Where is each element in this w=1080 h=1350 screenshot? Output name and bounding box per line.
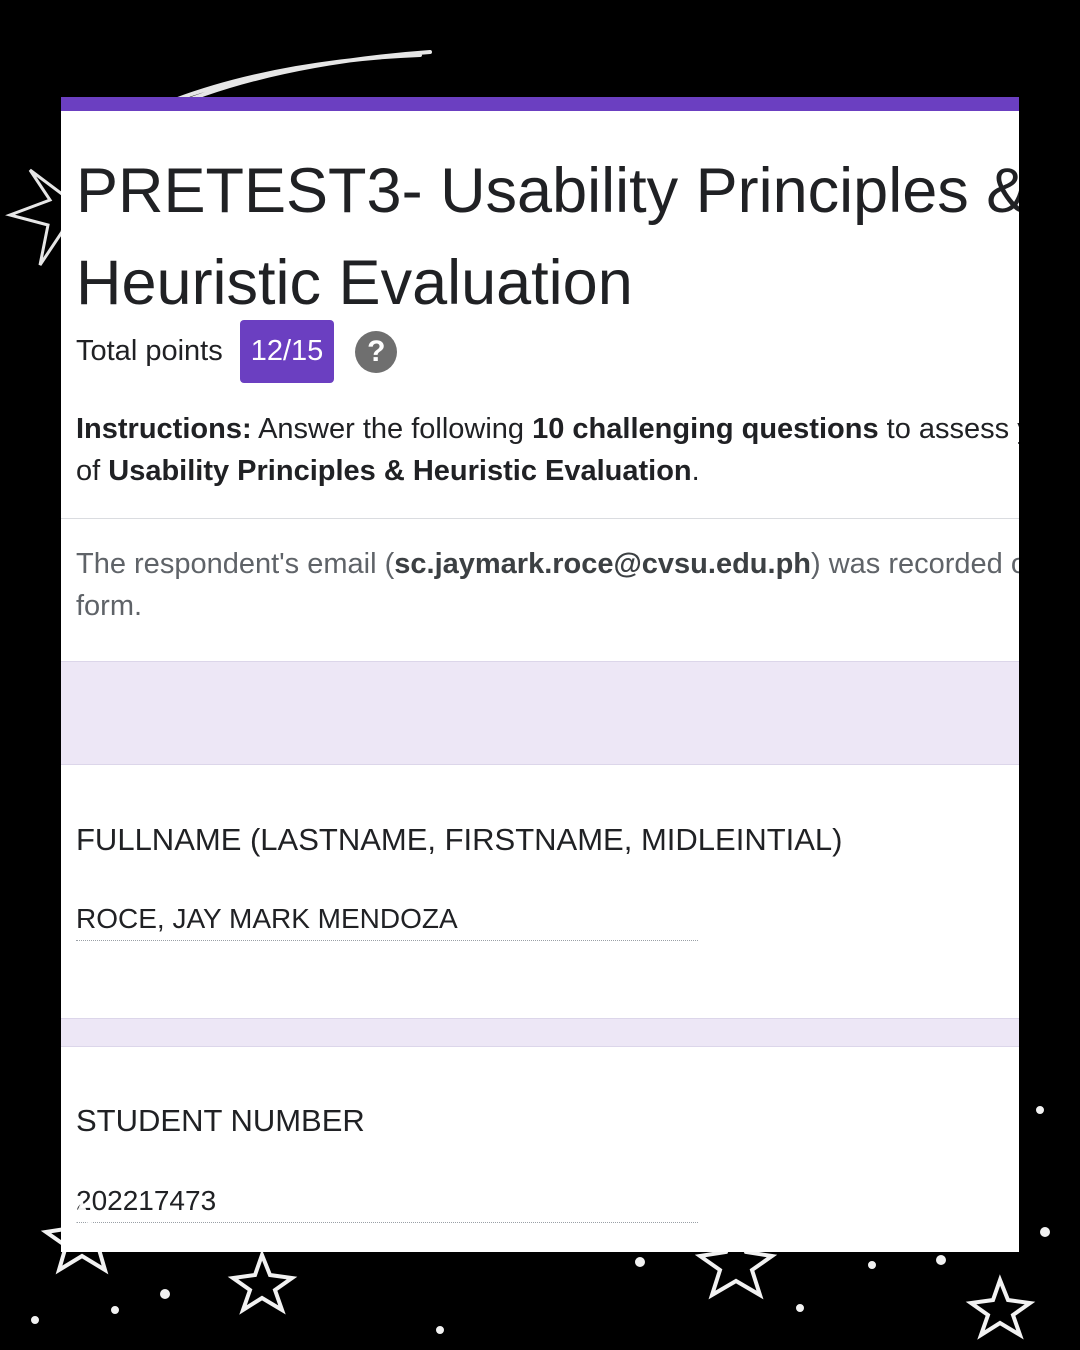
sparkle-dot (1036, 1106, 1044, 1114)
form-accent-bar (61, 97, 1019, 111)
total-points-label: Total points (76, 335, 223, 367)
star-shape (227, 1249, 298, 1315)
sparkle-dot (111, 1306, 119, 1314)
header-divider (61, 518, 1019, 519)
email-note-line2: form. (76, 590, 143, 622)
form-title: PRETEST3- Usability Principles & Heurist… (76, 156, 1019, 318)
section-separator (61, 661, 1019, 765)
form-instructions: Instructions: Answer the following 10 ch… (76, 408, 1019, 492)
sparkle-dot (31, 1316, 39, 1324)
email-recorded-note: The respondent's email (sc.jaymark.roce@… (76, 543, 1019, 627)
help-icon[interactable]: ? (355, 330, 398, 373)
sparkle-dot (160, 1289, 170, 1299)
instructions-text-4: . (691, 455, 700, 487)
score-badge: 12/15 (239, 320, 335, 383)
instructions-text-3: of (76, 455, 109, 487)
instructions-text-1: Answer the following (251, 413, 533, 445)
star-shape (965, 1274, 1036, 1340)
sparkle-dot (868, 1261, 876, 1269)
answer-fullname: ROCE, JAY MARK MENDOZA (76, 903, 698, 941)
email-note-prefix: The respondent's email ( (76, 548, 395, 580)
screenshot-stage: PRETEST3- Usability Principles & Heurist… (0, 0, 1080, 1350)
sparkle-dot (1040, 1227, 1050, 1237)
sparkle-dot (796, 1304, 804, 1312)
respondent-email: sc.jaymark.roce@cvsu.edu.ph (394, 548, 811, 580)
sparkle-dot (936, 1255, 946, 1265)
question-title-student-number: STUDENT NUMBER (76, 1103, 365, 1138)
section-separator (61, 1018, 1019, 1047)
email-note-suffix: ) was recorded on submission of this (811, 548, 1019, 580)
instructions-lead: Instructions: (76, 413, 252, 445)
instructions-bold-1: 10 challenging questions (532, 413, 879, 445)
total-points-row: Total points 12/15 ? (76, 320, 398, 383)
instructions-bold-2: Usability Principles & Heuristic Evaluat… (108, 455, 692, 487)
question-title-fullname: FULLNAME (LASTNAME, FIRSTNAME, MIDLEINTI… (76, 822, 843, 857)
instructions-text-2: to assess your understanding (886, 413, 1019, 445)
form-card: PRETEST3- Usability Principles & Heurist… (61, 97, 1019, 1252)
sparkle-dot (635, 1257, 645, 1267)
sparkle-dot (436, 1326, 444, 1334)
answer-student-number: 202217473 (76, 1185, 698, 1223)
